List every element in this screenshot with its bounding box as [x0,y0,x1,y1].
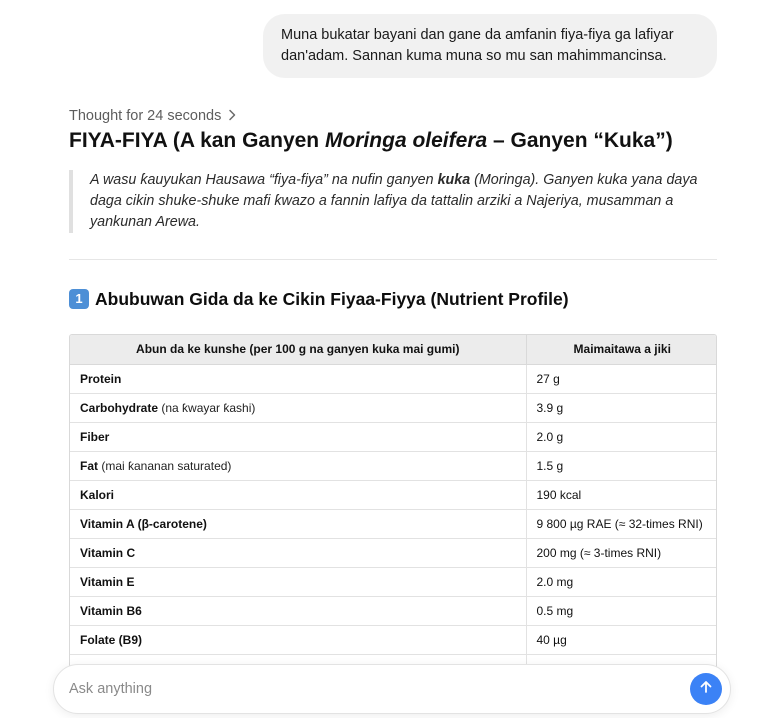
table-cell-amount: 2.0 g [526,422,716,452]
thought-toggle[interactable]: Thought for 24 seconds [69,108,237,124]
user-message-bubble: Muna bukatar bayani dan gane da amfanin … [263,14,717,78]
table-row: Kalori 190 kcal [70,480,716,510]
table-cell-nutrient: Kalori [70,480,527,510]
nutrient-name: Fiber [80,429,110,444]
nutrient-name: Vitamin E [80,574,135,589]
table-row: Protein 27 g [70,364,716,394]
table-row: Vitamin B6 0.5 mg [70,596,716,626]
quote-pre: A wasu ƙauyukan Hausawa “fiya-fiya” na n… [90,172,438,188]
table-cell-amount: 1.5 g [526,451,716,481]
answer-title-pre: FIYA-FIYA (A kan Ganyen [69,129,325,152]
nutrient-table: Abun da ke kunshe (per 100 g na ganyen k… [70,335,716,670]
table-header-amount: Maimaitawa a jiki [526,335,716,365]
table-row: Fiber 2.0 g [70,422,716,452]
nutrient-name: Kalori [80,487,115,502]
table-row: Fat (mai ƙananan saturated) 1.5 g [70,451,716,481]
table-cell-amount: 40 µg [526,625,716,655]
table-cell-amount: 190 kcal [526,480,716,510]
nutrient-note: (na ƙwayar ƙashi) [158,400,256,415]
table-row: Vitamin A (β-carotene) 9 800 µg RAE (≈ 3… [70,509,716,539]
table-cell-nutrient: Fiber [70,422,527,452]
table-cell-nutrient: Vitamin E [70,567,527,597]
table-cell-amount: 9 800 µg RAE (≈ 32-times RNI) [526,509,716,539]
nutrient-name: Vitamin B6 [80,603,142,618]
table-cell-amount: 0.5 mg [526,596,716,626]
nutrient-name: Fat [80,458,98,473]
table-cell-amount: 27 g [526,364,716,394]
answer-title: FIYA-FIYA (A kan Ganyen Moringa oleifera… [69,127,729,155]
table-cell-nutrient: Vitamin C [70,538,527,568]
nutrient-name: Carbohydrate [80,400,159,415]
answer-title-post: – Ganyen “Kuka”) [487,129,673,152]
table-cell-nutrient: Fat (mai ƙananan saturated) [70,451,527,481]
intro-blockquote: A wasu ƙauyukan Hausawa “fiya-fiya” na n… [69,170,717,233]
table-row: Carbohydrate (na ƙwayar ƙashi) 3.9 g [70,393,716,423]
arrow-up-icon [698,679,714,700]
chat-composer [53,664,731,714]
table-cell-nutrient: Protein [70,364,527,394]
keycap-number-icon: 1 [69,289,89,309]
answer-title-italic: Moringa oleifera [324,129,488,152]
table-cell-nutrient: Folate (B9) [70,625,527,655]
nutrient-name: Vitamin A (β-carotene) [80,516,207,531]
table-row: Vitamin C 200 mg (≈ 3-times RNI) [70,538,716,568]
user-message-text: Muna bukatar bayani dan gane da amfanin … [281,27,674,64]
nutrient-name: Folate (B9) [80,632,143,647]
quote-bold: kuka [437,172,471,188]
table-header-row: Abun da ke kunshe (per 100 g na ganyen k… [70,335,716,365]
chevron-right-icon [227,108,237,124]
message-input[interactable] [69,681,690,697]
nutrient-table-container: Abun da ke kunshe (per 100 g na ganyen k… [69,334,717,670]
send-button[interactable] [690,673,722,705]
table-row: Vitamin E 2.0 mg [70,567,716,597]
table-cell-nutrient: Vitamin A (β-carotene) [70,509,527,539]
thought-label: Thought for 24 seconds [69,108,222,124]
table-header-nutrient: Abun da ke kunshe (per 100 g na ganyen k… [70,335,527,365]
section-heading-text: Abubuwan Gida da ke Cikin Fiyaa-Fiyya (N… [95,289,569,309]
nutrient-name: Protein [80,371,122,386]
nutrient-note: (mai ƙananan saturated) [98,458,232,473]
table-cell-nutrient: Carbohydrate (na ƙwayar ƙashi) [70,393,527,423]
table-cell-nutrient: Vitamin B6 [70,596,527,626]
table-row: Folate (B9) 40 µg [70,625,716,655]
table-cell-amount: 2.0 mg [526,567,716,597]
nutrient-name: Vitamin C [80,545,136,560]
table-cell-amount: 200 mg (≈ 3-times RNI) [526,538,716,568]
table-cell-amount: 3.9 g [526,393,716,423]
section-heading: 1 Abubuwan Gida da ke Cikin Fiyaa-Fiyya … [69,287,569,311]
section-divider [69,259,717,260]
